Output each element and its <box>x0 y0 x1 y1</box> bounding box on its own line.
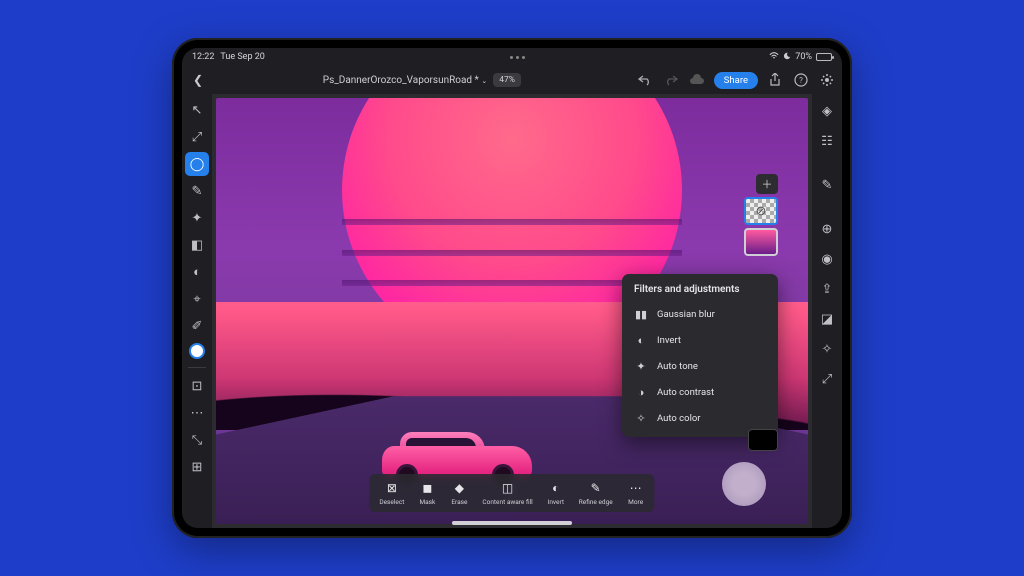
type-tool[interactable]: ⋯ <box>185 401 209 425</box>
effects-panel[interactable]: ✧ <box>815 336 839 362</box>
refine-edge-icon: ✎ <box>587 480 605 496</box>
home-indicator[interactable] <box>452 521 572 525</box>
battery-icon <box>816 53 832 61</box>
invert-icon: ◐ <box>547 480 565 496</box>
comments-panel[interactable]: ✎ <box>815 172 839 198</box>
ios-statusbar: 12:22 Tue Sep 20 70% <box>182 48 842 66</box>
action-refine-edge[interactable]: ✎ Refine edge <box>573 478 619 508</box>
layers-panel[interactable]: ◈ <box>815 98 839 124</box>
auto-tone-icon: ✦ <box>634 359 648 373</box>
mask-icon: ◼ <box>418 480 436 496</box>
eyedrop-tool[interactable]: ✐ <box>185 314 209 338</box>
visibility-panel[interactable]: ◉ <box>815 246 839 272</box>
paint-tool[interactable]: ✦ <box>185 206 209 230</box>
popup-item-gaussian-blur[interactable]: ▮▮ Gaussian blur <box>622 301 778 327</box>
add-layer-button[interactable]: ＋ <box>756 174 778 194</box>
crop-tool[interactable]: ⊡ <box>185 374 209 398</box>
left-toolbar: ↖ ⤢ ◯ ✎ ✦ ◧ ◐ ⌖ ✐ ⊡ ⋯ ⤡ ⊞ <box>182 94 212 528</box>
popup-item-auto-tone[interactable]: ✦ Auto tone <box>622 353 778 379</box>
cloud-icon[interactable] <box>688 71 706 89</box>
gaussian-blur-icon: ▮▮ <box>634 307 648 321</box>
action-content-aware-fill[interactable]: ◫ Content aware fill <box>476 478 538 508</box>
export-icon[interactable] <box>766 71 784 89</box>
multitask-dots[interactable] <box>510 56 525 59</box>
visibility-off-icon: ⊘ <box>746 199 776 223</box>
workspace: ↖ ⤢ ◯ ✎ ✦ ◧ ◐ ⌖ ✐ ⊡ ⋯ ⤡ ⊞ <box>182 94 842 528</box>
properties-panel[interactable]: ☷ <box>815 128 839 154</box>
erase-icon: ◆ <box>450 480 468 496</box>
mask-panel[interactable]: ◪ <box>815 306 839 332</box>
eraser-tool[interactable]: ◧ <box>185 233 209 257</box>
share-button[interactable]: Share <box>714 72 758 89</box>
clone-tool[interactable]: ⌖ <box>185 287 209 311</box>
popup-item-label: Invert <box>657 335 681 346</box>
gradient-tool[interactable]: ◐ <box>185 260 209 284</box>
brush-tool[interactable]: ✎ <box>185 179 209 203</box>
action-mask[interactable]: ◼ Mask <box>412 478 442 508</box>
action-label: Deselect <box>379 498 404 506</box>
expand-tool[interactable]: ⤡ <box>185 428 209 452</box>
ipad-frame: 12:22 Tue Sep 20 70% ❮ Ps_DannerOrozco_V… <box>172 38 852 538</box>
color-swatch-black[interactable] <box>748 429 778 451</box>
action-label: Refine edge <box>579 498 613 506</box>
add-panel[interactable]: ⊕ <box>815 216 839 242</box>
move-tool[interactable]: ↖ <box>185 98 209 122</box>
filters-adjustments-popup: Filters and adjustments ▮▮ Gaussian blur ◐… <box>622 274 778 437</box>
transform-tool[interactable]: ⤢ <box>185 125 209 149</box>
layer-thumb-1[interactable]: ⊘ <box>744 197 778 225</box>
popup-item-auto-color[interactable]: ✧ Auto color <box>622 405 778 431</box>
popup-title: Filters and adjustments <box>622 284 778 301</box>
action-label: More <box>628 498 643 506</box>
action-label: Content aware fill <box>482 498 532 506</box>
selection-action-bar: ⊠ Deselect ◼ Mask ◆ Erase ◫ Content aware fill ◐… <box>369 474 654 512</box>
touch-shortcut[interactable] <box>722 462 766 506</box>
lasso-tool[interactable]: ◯ <box>185 152 209 176</box>
battery-percent: 70% <box>795 52 812 62</box>
action-label: Erase <box>451 498 467 506</box>
action-invert[interactable]: ◐ Invert <box>541 478 571 508</box>
deselect-icon: ⊠ <box>383 480 401 496</box>
export-panel[interactable]: ⇪ <box>815 276 839 302</box>
status-date: Tue Sep 20 <box>220 52 264 62</box>
more-icon: ⋯ <box>627 480 645 496</box>
back-button[interactable]: ❮ <box>188 73 208 87</box>
grid-tool[interactable]: ⊞ <box>185 455 209 479</box>
resize-panel[interactable]: ⤢ <box>815 366 839 392</box>
action-label: Mask <box>419 498 435 506</box>
action-erase[interactable]: ◆ Erase <box>444 478 474 508</box>
layer-thumb-2[interactable] <box>744 228 778 256</box>
popup-item-invert[interactable]: ◐ Invert <box>622 327 778 353</box>
foreground-color-swatch[interactable] <box>189 343 205 359</box>
settings-gear-icon[interactable] <box>818 71 836 89</box>
app-titlebar: ❮ Ps_DannerOrozco_VaporsunRoad * ⌄ 47% S… <box>182 66 842 94</box>
zoom-badge[interactable]: 47% <box>493 73 521 87</box>
redo-button[interactable] <box>662 71 680 89</box>
popup-item-label: Auto tone <box>657 361 698 372</box>
popup-item-label: Auto color <box>657 413 701 424</box>
undo-button[interactable] <box>636 71 654 89</box>
document-title[interactable]: Ps_DannerOrozco_VaporsunRoad * ⌄ <box>323 75 487 86</box>
invert-icon: ◐ <box>634 333 648 347</box>
popup-item-label: Auto contrast <box>657 387 714 398</box>
app-screen: 12:22 Tue Sep 20 70% ❮ Ps_DannerOrozco_V… <box>182 48 842 528</box>
action-more[interactable]: ⋯ More <box>621 478 651 508</box>
svg-text:?: ? <box>799 76 803 85</box>
auto-color-icon: ✧ <box>634 411 648 425</box>
content-aware-fill-icon: ◫ <box>499 480 517 496</box>
action-label: Invert <box>548 498 564 506</box>
right-toolbar: ◈ ☷ ✎ ⊕ ◉ ⇪ ◪ ✧ ⤢ <box>812 94 842 528</box>
help-icon[interactable]: ? <box>792 71 810 89</box>
canvas-container[interactable]: ＋ ⊘ Filters and adjustments ▮▮ Gaussian b… <box>212 94 812 528</box>
auto-contrast-icon: ◑ <box>634 385 648 399</box>
wifi-icon <box>769 52 779 63</box>
popup-item-auto-contrast[interactable]: ◑ Auto contrast <box>622 379 778 405</box>
status-time: 12:22 <box>192 52 214 62</box>
popup-item-label: Gaussian blur <box>657 309 715 320</box>
dnd-icon <box>783 52 791 63</box>
layers-mini-panel: ＋ ⊘ <box>744 174 778 256</box>
action-deselect[interactable]: ⊠ Deselect <box>373 478 410 508</box>
